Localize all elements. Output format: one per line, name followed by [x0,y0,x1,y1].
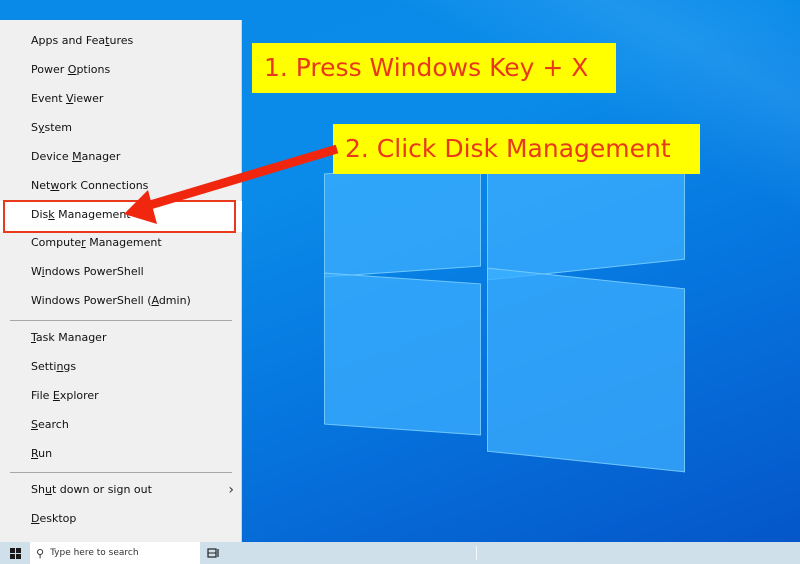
logo-pane-bottom-left [324,272,481,436]
access-key: n [56,360,64,373]
menu-item-label: Task Manager [31,331,107,344]
winx-context-menu: Apps and Features Power Options Event Vi… [0,20,242,542]
access-key: R [31,447,39,460]
callout-step-2: 2. Click Disk Management [333,124,700,174]
menu-item-label: Windows PowerShell (Admin) [31,294,191,307]
search-icon: ⚲ [36,546,45,560]
callout-step-1: 1. Press Windows Key + X [252,43,616,93]
access-key: u [44,483,52,496]
menu-item-windows-powershell-admin[interactable]: Windows PowerShell (Admin) [0,288,242,314]
menu-item-task-manager[interactable]: Task Manager [0,325,242,351]
menu-separator [10,320,232,321]
callout-step-1-text: 1. Press Windows Key + X [264,53,589,82]
access-key: E [52,389,60,402]
access-key: w [50,179,60,192]
menu-item-computer-management[interactable]: Computer Management [0,230,242,256]
access-key: M [72,150,82,163]
menu-item-file-explorer[interactable]: File Explorer [0,383,242,409]
menu-item-label: Shut down or sign out [31,483,152,496]
access-key: D [31,512,40,525]
menu-item-system[interactable]: System [0,115,242,141]
windows-logo-icon [9,547,21,559]
menu-item-apps-and-features[interactable]: Apps and Features [0,28,242,54]
menu-item-power-options[interactable]: Power Options [0,57,242,83]
menu-item-settings[interactable]: Settings [0,354,242,380]
logo-pane-bottom-right [487,267,685,473]
access-key: i [41,265,45,278]
access-key: t [105,34,110,47]
access-key: A [151,294,159,307]
menu-item-search[interactable]: Search [0,412,242,438]
menu-item-label: Apps and Features [31,34,134,47]
menu-item-label: Settings [31,360,77,373]
access-key: T [31,331,36,344]
menu-item-label: Desktop [31,512,77,525]
menu-item-windows-powershell[interactable]: Windows PowerShell [0,259,242,285]
taskbar-search-box[interactable]: ⚲ Type here to search [30,542,200,564]
menu-item-label: System [31,121,73,134]
menu-item-device-manager[interactable]: Device Manager [0,144,242,170]
highlight-box-disk-management [3,200,236,233]
menu-item-label: Device Manager [31,150,121,163]
menu-item-label: Search [31,418,69,431]
menu-item-label: Computer Management [31,236,162,249]
menu-item-label: Network Connections [31,179,149,192]
menu-separator [10,472,232,473]
taskbar: ⚲ Type here to search [0,542,800,564]
callout-step-2-text: 2. Click Disk Management [345,134,671,163]
access-key: O [67,63,77,76]
task-view-button[interactable] [205,545,221,561]
menu-item-label: File Explorer [31,389,99,402]
menu-item-label: Run [31,447,53,460]
search-placeholder: Type here to search [50,548,139,558]
access-key: S [31,418,38,431]
start-button[interactable] [0,542,30,564]
taskbar-divider [476,546,477,560]
menu-item-shut-down-or-sign-out[interactable]: Shut down or sign out › [0,477,242,503]
menu-item-label: Power Options [31,63,111,76]
menu-item-label: Windows PowerShell [31,265,144,278]
menu-item-desktop[interactable]: Desktop [0,506,242,532]
menu-item-event-viewer[interactable]: Event Viewer [0,86,242,112]
logo-pane-top-left [324,162,481,278]
access-key: V [66,92,74,105]
menu-item-run[interactable]: Run [0,441,242,467]
chevron-right-icon: › [228,482,234,498]
menu-item-network-connections[interactable]: Network Connections [0,173,242,199]
access-key: y [37,121,45,134]
menu-item-label: Event Viewer [31,92,104,105]
windows-logo-wallpaper [324,120,690,492]
task-view-icon [207,548,219,558]
access-key: r [81,236,86,249]
